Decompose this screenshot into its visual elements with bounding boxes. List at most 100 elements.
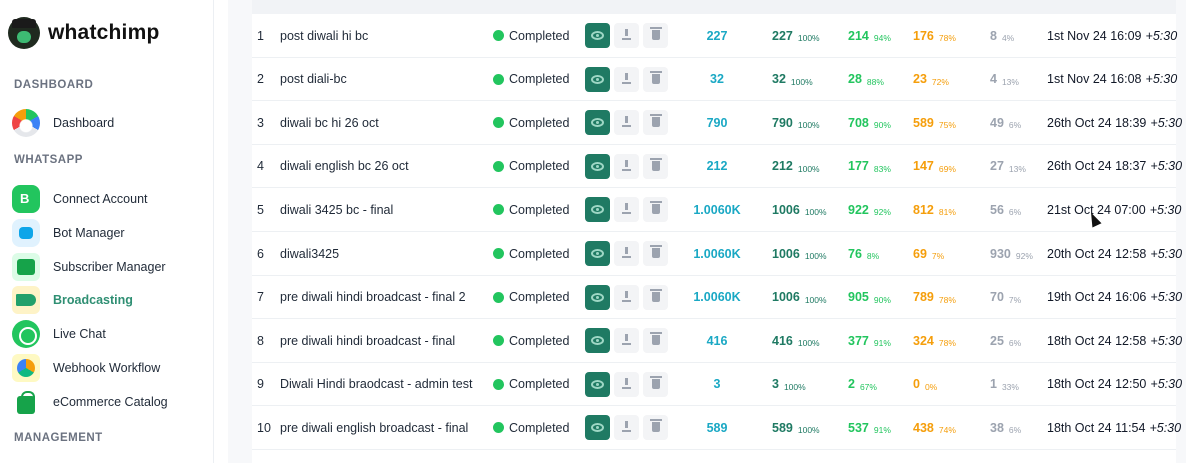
download-button[interactable] (614, 23, 639, 48)
table-row[interactable]: 3 diwali bc hi 26 oct Completed 790 790 … (252, 101, 1182, 145)
chat-icon (12, 320, 40, 348)
view-button[interactable] (585, 328, 610, 354)
table-row[interactable]: 1 post diwali hi bc Completed 227 227 10… (252, 14, 1177, 58)
delete-button[interactable] (643, 371, 668, 397)
download-button[interactable] (614, 110, 639, 136)
download-button[interactable] (614, 66, 639, 92)
sent-percent: 100% (783, 381, 806, 392)
table-row[interactable]: 4 diwali english bc 26 oct Completed 212… (252, 145, 1182, 189)
date-text: 1st Nov 24 16:09 (1047, 28, 1142, 43)
failed-count: 8 (990, 28, 997, 43)
timezone-offset: +5:30 (1150, 290, 1183, 305)
delete-button[interactable] (643, 328, 668, 354)
delete-button[interactable] (643, 241, 668, 266)
read-metric: 589 75% (913, 101, 956, 144)
section-title-dashboard: DASHBOARD (14, 79, 94, 91)
read-percent: 74% (938, 425, 956, 436)
delete-button[interactable] (643, 197, 668, 223)
delivered-percent: 83% (873, 163, 891, 174)
read-metric: 147 69% (913, 145, 956, 188)
failed-count: 25 (990, 333, 1004, 348)
timezone-offset: +5:30 (1150, 115, 1183, 130)
eye-icon (591, 74, 604, 84)
sidebar-item-subscriber-manager[interactable]: Subscriber Manager (12, 252, 208, 282)
sent-date: 26th Oct 24 18:39 +5:30 (1047, 101, 1182, 144)
sidebar: whatchimp DASHBOARD Dashboard WHATSAPP C… (0, 0, 214, 463)
sidebar-item-bot-manager[interactable]: Bot Manager (12, 218, 208, 248)
download-button[interactable] (614, 284, 639, 310)
read-percent: 7% (931, 251, 945, 261)
delete-button[interactable] (643, 23, 668, 48)
sent-count: 1006 (772, 246, 800, 261)
read-metric: 324 78% (913, 319, 956, 362)
status-badge: Completed (493, 145, 569, 188)
delete-button[interactable] (643, 66, 668, 92)
delivered-metric: 2 67% (848, 363, 877, 406)
view-button[interactable] (585, 197, 610, 223)
failed-metric: 38 6% (990, 406, 1021, 449)
table-row[interactable]: 7 pre diwali hindi broadcast - final 2 C… (252, 276, 1182, 320)
sidebar-item-connect-account[interactable]: Connect Account (12, 184, 208, 214)
sidebar-item-dashboard[interactable]: Dashboard (12, 108, 208, 138)
section-title-management: MANAGEMENT (14, 432, 103, 444)
download-button[interactable] (614, 328, 639, 354)
eye-icon (591, 292, 604, 302)
view-button[interactable] (585, 153, 610, 179)
eye-icon (591, 249, 604, 258)
webhook-icon (12, 354, 40, 382)
view-button[interactable] (585, 284, 610, 310)
download-button[interactable] (614, 197, 639, 223)
sent-percent: 100% (797, 33, 820, 43)
sent-metric: 212 100% (772, 145, 820, 188)
broadcast-name: post diali-bc (280, 72, 347, 87)
table-row[interactable]: 5 diwali 3425 bc - final Completed 1.006… (252, 188, 1181, 232)
status-dot-icon (493, 30, 504, 41)
status-dot-icon (493, 422, 504, 434)
status-badge: Completed (493, 188, 569, 231)
sent-count: 589 (772, 420, 793, 435)
eye-icon (591, 336, 604, 346)
sidebar-item-webhook-workflow[interactable]: Webhook Workflow (12, 353, 208, 383)
table-row[interactable]: 8 pre diwali hindi broadcast - final Com… (252, 319, 1182, 363)
table-row[interactable]: 10 pre diwali english broadcast - final … (252, 406, 1181, 450)
sidebar-item-ecommerce-catalog[interactable]: eCommerce Catalog (12, 387, 208, 417)
row-actions (585, 58, 672, 101)
read-percent: 75% (938, 120, 956, 131)
delete-button[interactable] (643, 284, 668, 310)
table-row[interactable]: 9 Diwali Hindi braodcast - admin test Co… (252, 363, 1182, 407)
download-button[interactable] (614, 371, 639, 397)
view-button[interactable] (585, 23, 610, 48)
total-count: 1.0060K (693, 246, 741, 261)
sent-metric: 1006 100% (772, 276, 827, 319)
sent-percent: 100% (797, 425, 820, 436)
download-button[interactable] (614, 241, 639, 266)
sent-percent: 100% (804, 207, 827, 218)
row-number: 8 (257, 333, 264, 348)
row-number: 9 (257, 377, 264, 392)
sidebar-item-label: Dashboard (53, 116, 115, 130)
delete-button[interactable] (643, 110, 668, 136)
view-button[interactable] (585, 66, 610, 92)
sidebar-item-label: Bot Manager (53, 226, 125, 240)
status-badge: Completed (493, 101, 569, 144)
app-logo[interactable]: whatchimp (8, 16, 159, 50)
delete-button[interactable] (643, 153, 668, 179)
table-row[interactable]: 2 post diali-bc Completed 32 32 100% 28 … (252, 58, 1177, 102)
table-header-strip (252, 0, 1176, 14)
read-count: 789 (913, 290, 934, 305)
download-icon (622, 159, 631, 171)
download-button[interactable] (614, 153, 639, 179)
delivered-count: 177 (848, 159, 869, 174)
table-row[interactable]: 6 diwali3425 Completed 1.0060K 1006 100%… (252, 232, 1182, 276)
view-button[interactable] (585, 110, 610, 136)
date-text: 26th Oct 24 18:39 (1047, 115, 1147, 130)
view-button[interactable] (585, 241, 610, 266)
view-button[interactable] (585, 415, 610, 441)
delete-button[interactable] (643, 415, 668, 441)
sidebar-item-broadcasting[interactable]: Broadcasting (12, 285, 208, 315)
sidebar-item-live-chat[interactable]: Live Chat (12, 319, 208, 349)
view-button[interactable] (585, 371, 610, 397)
download-button[interactable] (614, 415, 639, 441)
date-text: 18th Oct 24 12:58 (1047, 333, 1147, 348)
failed-percent: 6% (1008, 425, 1022, 436)
